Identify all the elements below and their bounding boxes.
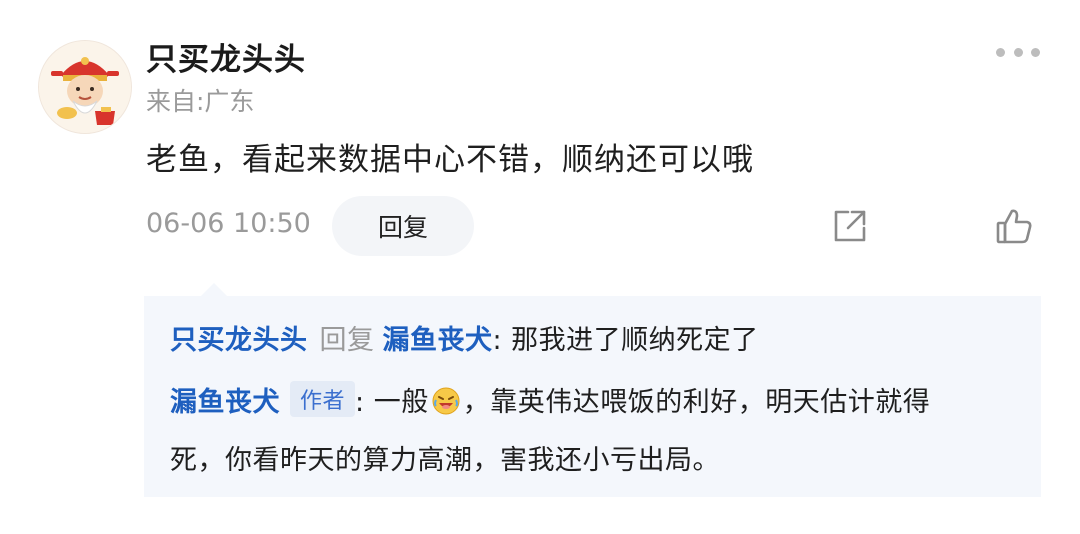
reply-box-pointer (200, 283, 228, 297)
reply-button[interactable]: 回复 (332, 196, 474, 256)
dot (996, 47, 1005, 57)
reply-text-start: : 一般 (355, 387, 429, 418)
comment-location: 来自:广东 (146, 87, 255, 116)
reply-text-continuation: 死，你看昨天的算力高潮，害我还小亏出局。 (170, 445, 720, 476)
dot (1031, 47, 1040, 57)
share-icon[interactable] (830, 206, 870, 246)
avatar[interactable] (38, 40, 132, 134)
comment-username[interactable]: 只买龙头头 (146, 34, 306, 79)
reply-item[interactable]: 只买龙头头 回复 漏鱼丧犬: 那我进了顺纳死定了 (170, 318, 759, 357)
author-badge: 作者 (290, 381, 356, 417)
dot (1013, 47, 1023, 57)
comment-text: 老鱼，看起来数据中心不错，顺纳还可以哦 (146, 142, 754, 178)
reply-target-name[interactable]: 漏鱼丧犬 (383, 325, 493, 356)
thumbs-up-icon[interactable] (994, 206, 1034, 246)
crying-laughing-emoji-icon (431, 386, 461, 416)
reply-text: : 那我进了顺纳死定了 (492, 325, 759, 356)
more-dots-icon[interactable] (996, 40, 1040, 64)
reply-item[interactable]: 漏鱼丧犬 作者: 一般 ，靠英伟达喂饭的利好，明天估计就得 (170, 380, 930, 419)
reply-author-name[interactable]: 只买龙头头 (170, 325, 308, 356)
reply-word: 回复 (319, 325, 375, 356)
comment-timestamp: 06-06 10:50 (146, 208, 311, 239)
reply-author-name[interactable]: 漏鱼丧犬 (170, 387, 280, 418)
reply-thread: 只买龙头头 回复 漏鱼丧犬: 那我进了顺纳死定了 漏鱼丧犬 作者: 一般 ，靠英伟达喂… (144, 296, 1041, 497)
god-of-wealth-avatar-icon (39, 41, 131, 133)
reply-text-end: ，靠英伟达喂饭的利好，明天估计就得 (462, 387, 931, 418)
